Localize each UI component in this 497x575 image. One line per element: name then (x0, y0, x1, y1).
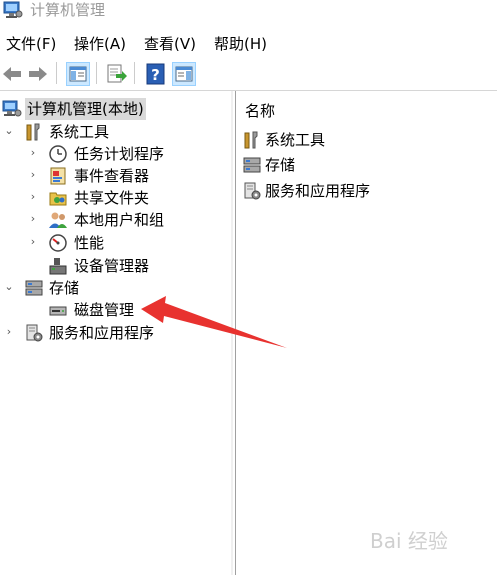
show-hide-action-pane-button[interactable] (172, 62, 196, 86)
tree-item-label: 计算机管理(本地) (25, 98, 146, 120)
chevron-down-icon[interactable]: ⌄ (4, 280, 14, 294)
toolbar-separator (96, 62, 97, 84)
back-arrow-icon[interactable] (0, 62, 24, 86)
tree-item-label: 事件查看器 (74, 167, 150, 185)
menu-file[interactable]: 文件(F) (6, 34, 56, 54)
menu-help[interactable]: 帮助(H) (214, 34, 267, 54)
show-hide-action-pane-icon (175, 66, 193, 82)
device-manager-icon (49, 258, 67, 275)
title-bar: 计算机管理 (0, 0, 497, 30)
computer-management-icon (2, 100, 22, 117)
tree-item-label: 磁盘管理 (74, 301, 135, 319)
tree-item-label: 系统工具 (49, 123, 110, 141)
menu-action[interactable]: 操作(A) (74, 34, 126, 54)
tree-item-system-tools[interactable]: ⌄ 系统工具 (0, 121, 230, 143)
services-apps-icon (244, 182, 261, 200)
tree-item-disk-management[interactable]: 磁盘管理 (0, 299, 230, 321)
window-title: 计算机管理 (30, 1, 106, 19)
storage-icon (25, 280, 43, 296)
list-item-label: 系统工具 (265, 131, 326, 149)
system-tools-icon (244, 131, 258, 149)
column-header-name[interactable]: 名称 (245, 101, 275, 121)
disk-management-icon (49, 306, 67, 316)
tree-item-local-users[interactable]: › 本地用户和组 (0, 209, 230, 231)
help-icon[interactable]: ? (144, 62, 168, 86)
tree-item-computer-management[interactable]: 计算机管理(本地) (0, 98, 230, 120)
tree-item-label: 服务和应用程序 (49, 324, 155, 342)
chevron-right-icon[interactable]: › (4, 325, 14, 339)
users-icon (49, 212, 67, 228)
computer-management-icon (3, 1, 23, 18)
toolbar-separator (56, 62, 57, 84)
performance-gauge-icon (49, 234, 67, 252)
list-item-label: 存储 (265, 156, 296, 174)
tree-item-task-scheduler[interactable]: › 任务计划程序 (0, 143, 230, 165)
clock-icon (49, 145, 67, 163)
tree-item-label: 设备管理器 (74, 257, 150, 275)
chevron-right-icon[interactable]: › (28, 190, 38, 204)
tree-item-label: 性能 (74, 234, 105, 252)
content-list: 名称 系统工具 存储 服务和应用程序 (235, 91, 497, 575)
tree-item-performance[interactable]: › 性能 (0, 232, 230, 254)
show-hide-tree-button[interactable] (66, 62, 90, 86)
tree-item-label: 共享文件夹 (74, 189, 150, 207)
chevron-right-icon[interactable]: › (28, 168, 38, 182)
chevron-right-icon[interactable]: › (28, 146, 38, 160)
system-tools-icon (26, 123, 40, 141)
tree-item-label: 本地用户和组 (74, 211, 165, 229)
navigation-tree: 计算机管理(本地) ⌄ 系统工具 › 任务计划程序 › 事件查看器 › 共享文件… (0, 91, 232, 575)
services-apps-icon (26, 324, 43, 342)
menu-view[interactable]: 查看(V) (144, 34, 196, 54)
toolbar-separator (134, 62, 135, 84)
forward-arrow-icon[interactable] (26, 62, 50, 86)
toolbar: ? (0, 57, 497, 91)
tree-item-shared-folders[interactable]: › 共享文件夹 (0, 187, 230, 209)
pane-splitter[interactable] (231, 91, 233, 575)
storage-icon (243, 157, 261, 173)
tree-item-services-apps[interactable]: › 服务和应用程序 (0, 322, 230, 344)
watermark: Bai 经验 (370, 529, 448, 553)
tree-item-label: 存储 (49, 279, 80, 297)
tree-item-storage[interactable]: ⌄ 存储 (0, 277, 230, 299)
chevron-down-icon[interactable]: ⌄ (4, 124, 14, 138)
show-hide-tree-icon (69, 66, 87, 82)
shared-folder-icon (49, 192, 67, 206)
tree-item-event-viewer[interactable]: › 事件查看器 (0, 165, 230, 187)
chevron-right-icon[interactable]: › (28, 212, 38, 226)
export-list-icon[interactable] (104, 62, 128, 86)
menu-bar: 文件(F) 操作(A) 查看(V) 帮助(H) (0, 30, 497, 57)
tree-item-device-manager[interactable]: 设备管理器 (0, 255, 230, 277)
chevron-right-icon[interactable]: › (28, 235, 38, 249)
svg-text:?: ? (151, 66, 160, 84)
list-item-label: 服务和应用程序 (265, 182, 371, 200)
tree-item-label: 任务计划程序 (74, 145, 165, 163)
event-viewer-icon (50, 167, 66, 185)
